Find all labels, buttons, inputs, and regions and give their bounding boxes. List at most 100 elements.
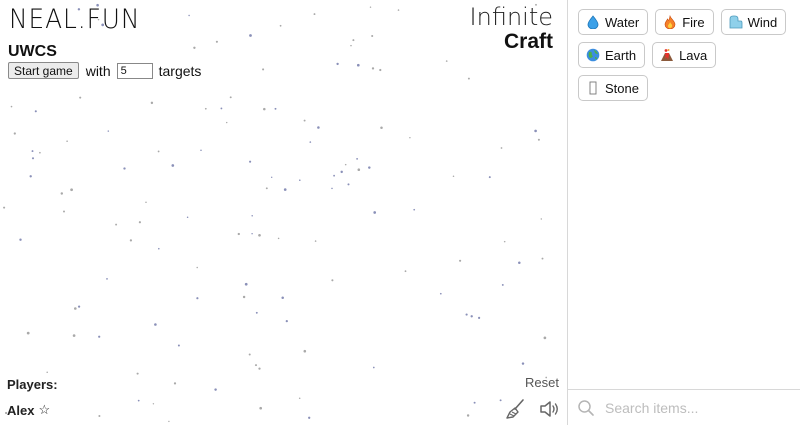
sound-toggle-icon[interactable] <box>538 398 560 420</box>
brand-bottom-text: Craft <box>503 30 553 53</box>
particle-dot <box>357 168 361 171</box>
neal-fun-logo[interactable]: NEAL.FUN <box>9 4 140 35</box>
particle-dot <box>369 6 372 8</box>
particle-dot <box>413 208 416 211</box>
particle-dot <box>168 420 170 423</box>
particle-dot <box>467 77 470 80</box>
clear-broom-icon[interactable] <box>504 398 526 420</box>
particle-dot <box>34 110 37 113</box>
particle-dot <box>188 14 190 17</box>
particle-dot <box>157 150 160 153</box>
particle-dot <box>459 259 462 262</box>
particle-dot <box>31 157 35 160</box>
particle-dot <box>29 175 32 178</box>
particle-dot <box>70 188 73 192</box>
particle-dot <box>138 221 141 224</box>
items-list: Water Fire Wind Earth Lava Stone <box>568 0 800 101</box>
particle-dot <box>220 107 223 110</box>
particle-dot <box>373 211 377 214</box>
particle-dot <box>488 176 491 179</box>
player-name: Alex <box>7 402 35 418</box>
start-game-button[interactable]: Start game <box>8 62 79 79</box>
particle-dot <box>352 39 355 42</box>
items-sidebar: Water Fire Wind Earth Lava Stone Search … <box>567 0 800 425</box>
particle-dot <box>283 188 287 191</box>
particle-dot <box>439 292 442 295</box>
particle-dot <box>521 362 525 365</box>
particle-dot <box>137 399 140 402</box>
item-label: Stone <box>605 80 639 96</box>
particle-dot <box>251 232 253 235</box>
particle-dot <box>279 24 282 27</box>
particle-dot <box>537 138 540 141</box>
particle-dot <box>251 214 253 217</box>
particle-dot <box>171 164 175 167</box>
particle-dot <box>98 335 101 338</box>
item-earth[interactable]: Earth <box>578 42 646 68</box>
particle-dot <box>336 62 339 66</box>
particle-dot <box>98 414 101 418</box>
particle-dot <box>314 240 317 242</box>
targets-label: targets <box>158 62 202 79</box>
item-wind[interactable]: Wind <box>720 9 787 35</box>
globe-icon <box>586 48 600 62</box>
particle-dot <box>258 233 261 237</box>
particle-dot <box>63 210 65 213</box>
targets-count-input[interactable] <box>116 62 153 79</box>
particle-dot <box>309 141 312 143</box>
particle-dot <box>281 296 284 300</box>
particle-dot <box>254 364 258 367</box>
item-lava[interactable]: Lava <box>652 42 717 68</box>
particle-dot <box>317 126 320 129</box>
particle-dot <box>3 206 6 209</box>
particle-dot <box>543 336 547 340</box>
item-fire[interactable]: Fire <box>655 9 714 35</box>
particle-dot <box>10 105 13 108</box>
particle-dot <box>350 44 352 47</box>
droplet-icon <box>586 15 600 29</box>
particle-dot <box>31 150 34 153</box>
particle-dot <box>193 46 196 49</box>
particle-dot <box>466 414 470 417</box>
particle-dot <box>368 166 371 169</box>
particle-dot <box>499 399 502 402</box>
item-stone[interactable]: Stone <box>578 75 648 101</box>
search-input[interactable] <box>603 398 787 417</box>
particle-dot <box>534 129 537 133</box>
particle-dot <box>347 183 350 186</box>
particle-dot <box>258 367 261 370</box>
particle-dot <box>277 237 280 240</box>
particle-dot <box>248 353 251 356</box>
particle-dot <box>242 295 246 299</box>
particle-dot <box>356 63 360 67</box>
particle-dot <box>465 313 468 316</box>
craft-canvas[interactable]: NEAL.FUN UWCS Start game with targets In… <box>0 0 567 425</box>
item-label: Fire <box>682 14 705 30</box>
particle-dot <box>249 160 252 163</box>
reset-button[interactable]: Reset <box>525 375 559 390</box>
particle-dot <box>244 282 248 286</box>
particle-dot <box>123 167 126 170</box>
item-water[interactable]: Water <box>578 9 649 35</box>
player-entry: Alex ☆ <box>7 402 50 418</box>
particle-dot <box>331 187 333 190</box>
particle-dot <box>298 397 301 399</box>
particle-dot <box>308 416 311 419</box>
particle-dot <box>299 179 301 181</box>
particle-dot <box>540 218 543 220</box>
particle-dot <box>72 334 76 337</box>
particle-dot <box>226 121 228 124</box>
particle-dot <box>503 240 506 243</box>
particle-dot <box>445 60 448 62</box>
infinite-craft-logo: Infinite Craft <box>470 5 553 52</box>
particle-dot <box>39 151 41 154</box>
particle-dot <box>262 68 265 71</box>
search-bar <box>568 389 800 425</box>
particle-dot <box>129 239 133 242</box>
particle-dot <box>200 149 202 152</box>
particle-dot <box>66 140 68 142</box>
volcano-icon <box>660 48 674 62</box>
particle-dot <box>265 187 268 190</box>
particle-dot <box>13 132 16 135</box>
particle-dot <box>371 34 374 38</box>
